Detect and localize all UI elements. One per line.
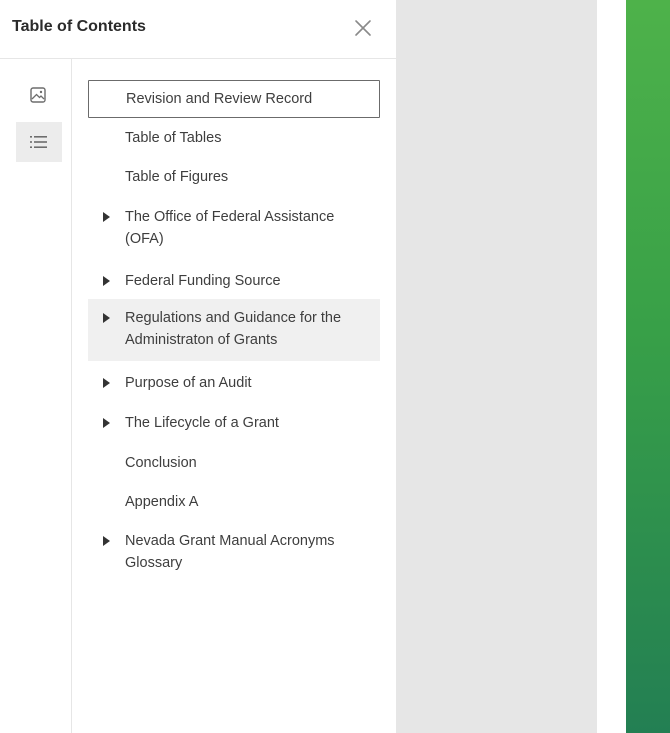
toc-item-label: Table of Tables [125, 130, 222, 146]
toc-item[interactable]: Table of Figures [88, 164, 380, 190]
thumbnails-button[interactable] [16, 75, 62, 115]
toc-item[interactable]: Nevada Grant Manual Acronyms Glossary [88, 528, 380, 578]
list-outline-icon [30, 136, 47, 148]
toc-item[interactable]: The Lifecycle of a Grant [88, 410, 380, 436]
toc-item-label: The Office of Federal Assistance (OFA) [125, 209, 335, 247]
pdf-viewer: Table of Contents Revision and Review Re… [0, 0, 670, 733]
panel-header: Table of Contents [0, 0, 396, 59]
outline-button[interactable] [16, 122, 62, 162]
page-gap [597, 0, 626, 733]
toc-item-label: The Lifecycle of a Grant [125, 415, 279, 431]
toc-item[interactable]: The Office of Federal Assistance (OFA) [88, 204, 380, 254]
panel-title: Table of Contents [12, 18, 146, 35]
toc-item-label: Appendix A [125, 494, 199, 510]
expand-arrow-icon[interactable] [103, 412, 113, 434]
toc-item-label: Purpose of an Audit [125, 375, 252, 391]
toc-item[interactable]: Purpose of an Audit [88, 370, 380, 396]
expand-arrow-icon[interactable] [103, 206, 113, 228]
toc-item[interactable]: Regulations and Guidance for the Adminis… [88, 299, 380, 361]
image-thumbnails-icon [30, 87, 46, 103]
expand-arrow-icon[interactable] [103, 270, 113, 292]
document-page-cover [626, 0, 670, 733]
toc-item-label: Revision and Review Record [126, 91, 313, 107]
toc-item[interactable]: Conclusion [88, 450, 380, 476]
toc-item-label: Regulations and Guidance for the Adminis… [125, 310, 342, 348]
toc-item[interactable]: Federal Funding Source [88, 268, 380, 294]
toc-item-label: Federal Funding Source [125, 273, 281, 289]
toc-item-label: Nevada Grant Manual Acronyms Glossary [125, 533, 335, 571]
expand-arrow-icon[interactable] [103, 530, 113, 552]
toc-item-label: Table of Figures [125, 169, 229, 185]
toc-item[interactable]: Revision and Review Record [88, 80, 380, 118]
side-icon-rail [0, 59, 72, 733]
close-icon [355, 20, 371, 36]
table-of-contents-panel: Table of Contents Revision and Review Re… [0, 0, 396, 733]
toc-item[interactable]: Appendix A [88, 489, 380, 515]
close-button[interactable] [351, 16, 375, 40]
toc-item-label: Conclusion [125, 455, 197, 471]
toc-item[interactable]: Table of Tables [88, 125, 380, 151]
expand-arrow-icon[interactable] [103, 307, 113, 329]
expand-arrow-icon[interactable] [103, 372, 113, 394]
